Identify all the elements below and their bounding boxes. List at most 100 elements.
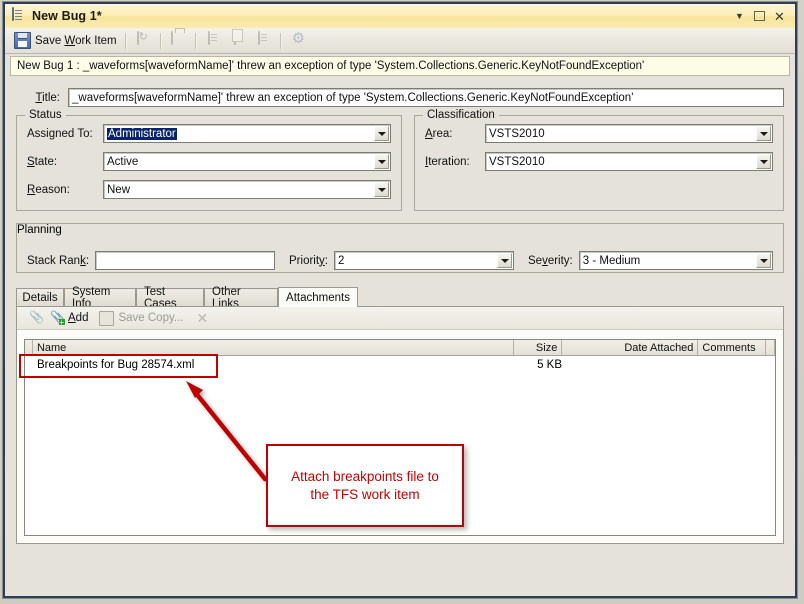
attachment-size-cell: 5 KB bbox=[537, 359, 562, 371]
close-window-button[interactable]: ✕ bbox=[771, 8, 788, 24]
title-label: Title: bbox=[35, 91, 60, 104]
chevron-down-icon[interactable] bbox=[374, 154, 389, 169]
status-group: Status Assigned To: Administrator State:… bbox=[16, 109, 402, 211]
chevron-down-icon[interactable] bbox=[374, 126, 389, 141]
area-row: Area: VSTS2010 bbox=[415, 123, 783, 144]
link-button[interactable] bbox=[201, 30, 226, 51]
attachments-toolbar: + Add Save Copy... ✕ bbox=[17, 307, 783, 330]
column-header-comments[interactable]: Comments bbox=[698, 340, 766, 355]
link-icon bbox=[205, 31, 222, 49]
save-copy-label: Save Copy... bbox=[118, 312, 184, 324]
column-header-selector[interactable] bbox=[25, 340, 33, 355]
toolbar-separator bbox=[124, 32, 127, 49]
chevron-down-icon[interactable] bbox=[756, 253, 771, 268]
column-header-date-attached[interactable]: Date Attached bbox=[562, 340, 699, 355]
tab-test-cases[interactable]: Test Cases bbox=[136, 286, 204, 310]
document-icon bbox=[12, 7, 26, 24]
column-header-name[interactable]: Name bbox=[33, 340, 514, 355]
status-group-legend: Status bbox=[25, 109, 66, 121]
planning-group: Planning Stack Rank: Priority: 2 Severit… bbox=[16, 223, 784, 273]
priority-value: 2 bbox=[338, 254, 345, 267]
assigned-to-value: Administrator bbox=[107, 127, 177, 140]
assigned-to-label: Assigned To: bbox=[27, 127, 93, 140]
callout-line-2: the TFS work item bbox=[310, 486, 420, 502]
classification-group-legend: Classification bbox=[423, 109, 499, 121]
status-classification-groups: Status Assigned To: Administrator State:… bbox=[10, 107, 790, 211]
copy-button[interactable] bbox=[226, 30, 251, 51]
state-combo[interactable]: Active bbox=[103, 152, 391, 171]
stack-rank-label: Stack Rank: bbox=[27, 254, 90, 267]
add-attachment-button[interactable]: + Add bbox=[46, 310, 92, 327]
settings-button[interactable] bbox=[286, 30, 311, 51]
attachments-grid-header: Name Size Date Attached Comments bbox=[25, 340, 775, 356]
area-label: Area: bbox=[425, 127, 453, 140]
attachment-name-cell: Breakpoints for Bug 28574.xml bbox=[37, 359, 195, 371]
tab-details[interactable]: Details bbox=[16, 288, 64, 306]
stack-rank-input[interactable] bbox=[95, 251, 276, 270]
paste-icon bbox=[255, 31, 272, 49]
classification-group: Classification Area: VSTS2010 Iteration:… bbox=[414, 109, 784, 211]
column-header-size[interactable]: Size bbox=[514, 340, 563, 355]
window-title: New Bug 1* bbox=[32, 9, 102, 23]
window-dropdown-button[interactable]: ▼ bbox=[731, 8, 748, 24]
planning-row: Stack Rank: Priority: 2 Severity: 3 - Me… bbox=[17, 250, 783, 271]
print-button[interactable] bbox=[166, 30, 191, 51]
settings-icon bbox=[290, 32, 307, 49]
chevron-down-icon[interactable] bbox=[756, 154, 771, 169]
reason-label: Reason: bbox=[27, 183, 70, 196]
planning-group-legend: Planning bbox=[17, 224, 62, 236]
chevron-down-icon[interactable] bbox=[497, 253, 512, 268]
column-header-filler bbox=[766, 340, 775, 355]
assigned-to-combo[interactable]: Administrator bbox=[103, 124, 391, 143]
paste-button[interactable] bbox=[251, 30, 276, 51]
title-input[interactable]: _waveforms[waveformName]' threw an excep… bbox=[68, 88, 784, 107]
iteration-value: VSTS2010 bbox=[489, 155, 545, 168]
add-attachment-icon: + bbox=[50, 310, 65, 326]
remove-attachment-icon[interactable]: ✕ bbox=[190, 310, 214, 327]
area-combo[interactable]: VSTS2010 bbox=[485, 124, 773, 143]
iteration-combo[interactable]: VSTS2010 bbox=[485, 152, 773, 171]
main-toolbar: Save Work Item bbox=[5, 28, 795, 54]
title-field-row: Title: _waveforms[waveformName]' threw a… bbox=[10, 80, 790, 107]
print-icon bbox=[170, 31, 187, 49]
restore-window-button[interactable] bbox=[751, 8, 768, 24]
refresh-icon bbox=[135, 31, 152, 49]
area-value: VSTS2010 bbox=[489, 127, 545, 140]
state-value: Active bbox=[107, 155, 139, 168]
toolbar-separator bbox=[194, 32, 197, 49]
save-copy-button[interactable]: Save Copy... bbox=[95, 310, 187, 327]
tab-strip: Details System Info Test Cases Other Lin… bbox=[16, 286, 784, 310]
state-label: State: bbox=[27, 155, 58, 168]
tab-other-links[interactable]: Other Links bbox=[204, 286, 278, 310]
tab-attachments[interactable]: Attachments bbox=[278, 287, 358, 307]
title-bar: New Bug 1* ▼ ✕ bbox=[5, 4, 795, 29]
save-icon bbox=[14, 32, 31, 49]
callout-line-1: Attach breakpoints file to bbox=[291, 468, 439, 484]
priority-label: Priority: bbox=[289, 254, 328, 267]
table-row[interactable]: Breakpoints for Bug 28574.xml 5 KB bbox=[25, 356, 775, 374]
iteration-row: Iteration: VSTS2010 bbox=[415, 151, 783, 172]
severity-value: 3 - Medium bbox=[582, 254, 641, 267]
tab-system-info[interactable]: System Info bbox=[64, 286, 136, 310]
chevron-down-icon[interactable] bbox=[756, 126, 771, 141]
iteration-label: Iteration: bbox=[425, 155, 470, 168]
copy-icon bbox=[230, 31, 247, 49]
chevron-down-icon[interactable] bbox=[374, 182, 389, 197]
toolbar-separator bbox=[279, 32, 282, 49]
attachment-icon bbox=[29, 310, 44, 326]
severity-combo[interactable]: 3 - Medium bbox=[578, 251, 773, 270]
refresh-button[interactable] bbox=[131, 30, 156, 51]
reason-value: New bbox=[107, 183, 131, 196]
save-work-item-button[interactable]: Save Work Item bbox=[10, 30, 121, 51]
save-copy-icon bbox=[99, 310, 115, 326]
state-row: State: Active bbox=[17, 151, 401, 172]
assigned-to-row: Assigned To: Administrator bbox=[17, 123, 401, 144]
save-work-item-label: Save Work Item bbox=[35, 34, 117, 47]
toolbar-separator bbox=[159, 32, 162, 49]
reason-combo[interactable]: New bbox=[103, 180, 391, 199]
work-item-info-bar: New Bug 1 : _waveforms[waveformName]' th… bbox=[10, 56, 790, 76]
window-controls: ▼ ✕ bbox=[731, 8, 795, 24]
desktop-background: New Bug 1* ▼ ✕ Save Work Item ↻ New Bug … bbox=[0, 0, 804, 604]
annotation-callout: Attach breakpoints file to the TFS work … bbox=[266, 444, 464, 527]
priority-combo[interactable]: 2 bbox=[334, 251, 514, 270]
